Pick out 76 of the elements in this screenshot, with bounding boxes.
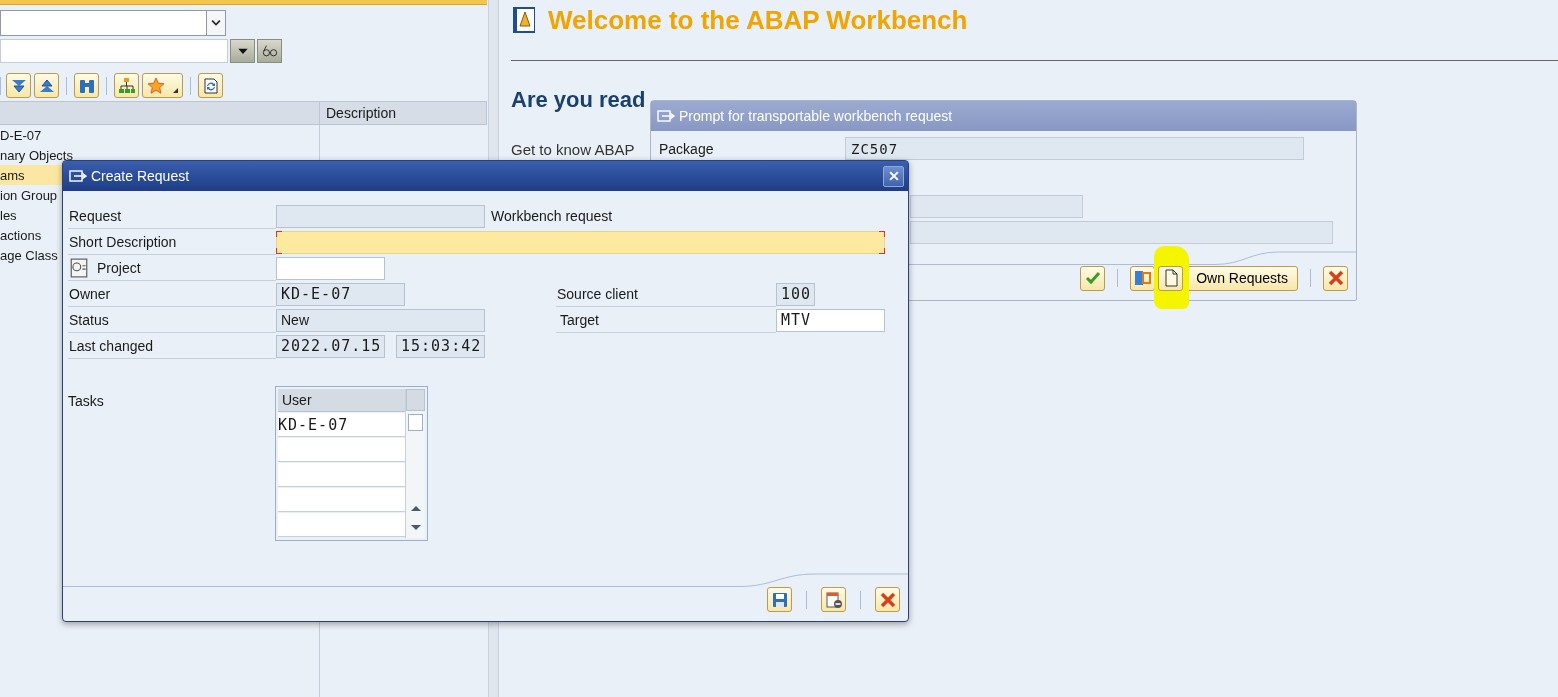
scroll-down-icon[interactable] xyxy=(410,525,421,530)
hierarchy-button[interactable] xyxy=(1130,265,1156,291)
dialog-icon xyxy=(657,107,675,125)
new-request-button[interactable] xyxy=(1158,265,1184,291)
table-cell[interactable]: KD-E-07 xyxy=(278,413,405,437)
check-icon xyxy=(1083,269,1102,287)
hierarchy-button[interactable] xyxy=(114,73,139,98)
input-field[interactable] xyxy=(910,195,1083,218)
close-icon xyxy=(878,590,897,609)
corner-icon xyxy=(173,88,178,93)
binoculars-button[interactable] xyxy=(74,73,99,98)
request-field[interactable] xyxy=(276,204,485,228)
table-cell[interactable] xyxy=(278,463,405,487)
tree-item[interactable]: les xyxy=(0,207,17,223)
column-header: Description xyxy=(319,101,487,125)
section-heading: Are you read xyxy=(511,87,647,113)
target-field[interactable]: MTV xyxy=(776,308,885,332)
request-type: Workbench request xyxy=(491,208,613,224)
field-label: Status xyxy=(68,307,276,333)
date-field[interactable]: 2022.07.15 xyxy=(276,334,385,358)
field-label: Last changed xyxy=(68,333,276,359)
favorites-button[interactable] xyxy=(142,73,183,98)
dropdown-field[interactable] xyxy=(0,10,226,36)
dropdown-button[interactable] xyxy=(230,39,255,63)
own-requests-button[interactable]: Own Requests xyxy=(1186,265,1298,291)
field-label: Owner xyxy=(68,281,276,307)
package-field[interactable]: ZC507 xyxy=(845,137,1304,160)
tree-item[interactable]: D-E-07 xyxy=(0,127,42,143)
save-icon xyxy=(770,590,789,609)
refresh-icon xyxy=(201,76,220,95)
close-button[interactable] xyxy=(883,165,904,187)
glasses-icon xyxy=(261,43,278,59)
tree-item[interactable]: nary Objects xyxy=(0,147,73,163)
collapse-button[interactable] xyxy=(34,73,59,98)
field-label: Source client xyxy=(556,281,776,307)
tree-item[interactable]: actions xyxy=(0,227,42,243)
project-icon xyxy=(69,257,89,278)
status-field[interactable]: New xyxy=(276,308,485,332)
row-selector[interactable] xyxy=(408,414,423,431)
tree-item[interactable]: age Class xyxy=(0,247,58,263)
scroll-up-icon[interactable] xyxy=(410,506,421,511)
table-cell[interactable] xyxy=(278,513,405,537)
time-field[interactable]: 15:03:42 xyxy=(396,334,485,358)
dialog-title: Prompt for transportable workbench request xyxy=(679,108,953,124)
field-label: Target xyxy=(556,307,776,333)
field-label: Request xyxy=(68,203,276,229)
intro-text: Get to know ABAP xyxy=(511,141,635,158)
close-icon xyxy=(1326,269,1345,287)
save-button[interactable] xyxy=(767,587,792,612)
input-field[interactable] xyxy=(910,221,1333,244)
column-header: User xyxy=(278,389,405,412)
tree-item[interactable]: ams xyxy=(0,167,25,183)
dialog-icon xyxy=(69,167,87,185)
table-cell[interactable] xyxy=(278,438,405,462)
project-field[interactable] xyxy=(276,256,385,280)
expand-button[interactable] xyxy=(6,73,31,98)
tasks-label: Tasks xyxy=(68,392,105,411)
cancel-button[interactable] xyxy=(1323,265,1348,291)
dialog-title: Create Request xyxy=(91,168,190,184)
table-cell[interactable] xyxy=(278,488,405,512)
owner-field[interactable]: KD-E-07 xyxy=(276,282,405,306)
page-title: Welcome to the ABAP Workbench xyxy=(548,4,968,36)
field-label: Package xyxy=(659,140,715,157)
input-field[interactable] xyxy=(0,39,228,63)
star-icon xyxy=(147,76,165,95)
delete-icon xyxy=(824,590,843,609)
confirm-button[interactable] xyxy=(1080,265,1106,291)
field-label: Project xyxy=(97,259,141,276)
short-description-field[interactable] xyxy=(276,230,885,254)
delete-button[interactable] xyxy=(821,587,846,612)
glasses-button[interactable] xyxy=(257,39,282,63)
cancel-button[interactable] xyxy=(875,587,900,612)
field-label: Short Description xyxy=(68,229,276,255)
source-client-field[interactable]: 100 xyxy=(776,282,815,306)
refresh-button[interactable] xyxy=(198,73,223,98)
tree-item[interactable]: ion Group xyxy=(0,187,58,203)
